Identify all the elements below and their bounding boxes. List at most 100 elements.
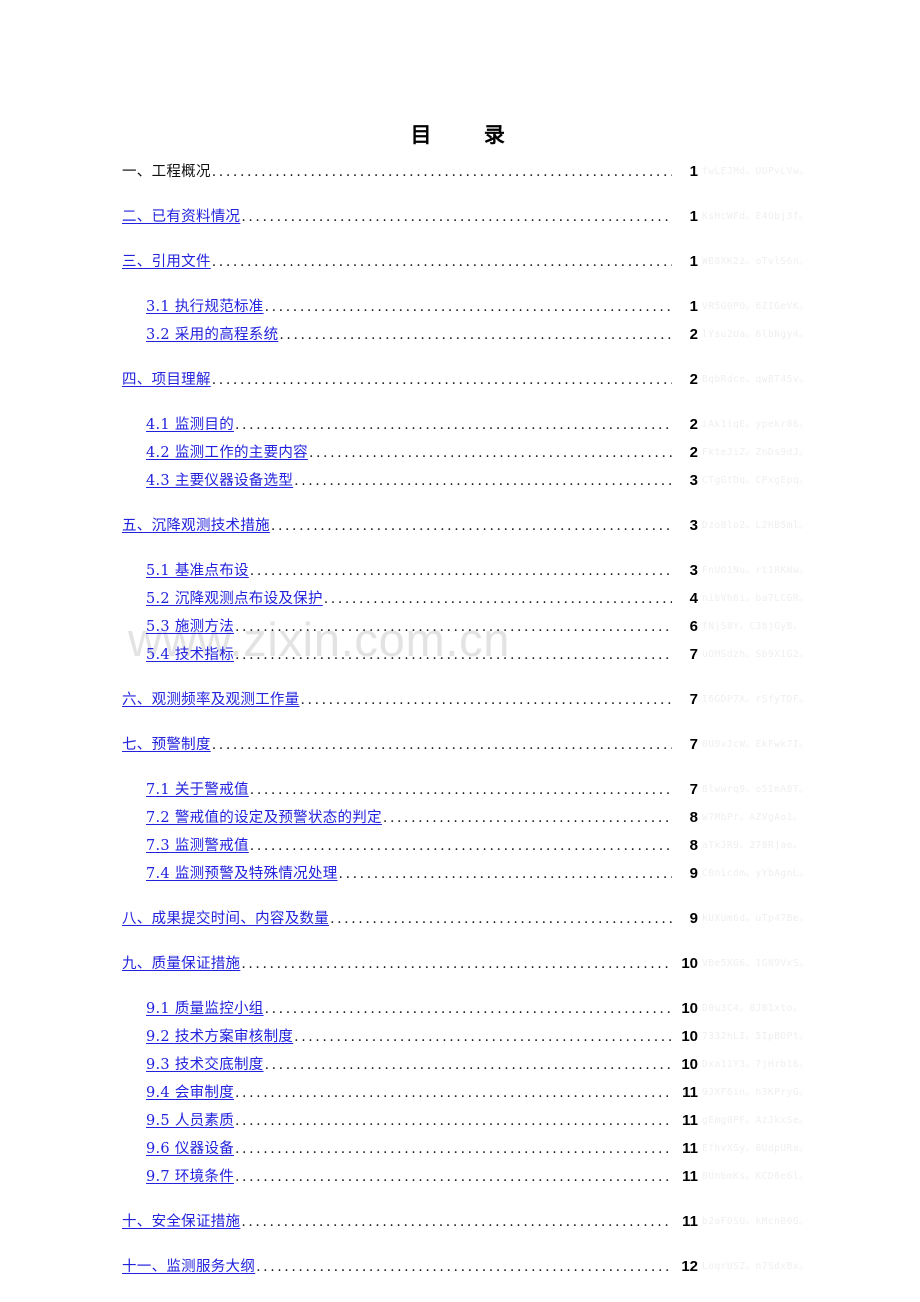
dot-leader — [250, 782, 672, 798]
toc-page-number: 3 — [689, 517, 698, 534]
dot-leader — [212, 372, 672, 388]
toc-entry[interactable]: 7.1 关于警戒值 7 Blwwrq9。o5ImA8T。 — [0, 778, 920, 806]
toc-entry[interactable]: 9.3 技术交底制度 10 Dxa11Y3。7jHrb16。 — [0, 1053, 920, 1081]
toc-entry-label[interactable]: 9.7 环境条件 — [146, 1165, 234, 1186]
toc-entry[interactable]: 3.2 采用的高程系统 2 lYsu2Ua。6lbNgy4。 — [0, 323, 920, 351]
toc-entry[interactable]: 7.2 警戒值的设定及预警状态的判定 8 w7MbPr。AZVgAo1。 — [0, 806, 920, 834]
toc-entry[interactable]: 十一、监测服务大纲 12 LoqrUSZ。n7SdxBx。 — [0, 1255, 920, 1283]
margin-noise-watermark: Dzo8lo2。L2HB5ml。 — [702, 520, 810, 531]
toc-entry-label[interactable]: 四、项目理解 — [122, 368, 211, 389]
toc-entry[interactable]: 4.3 主要仪器设备选型 3 CTgGtDq。CPxgEpq。 — [0, 469, 920, 497]
toc-entry[interactable]: 9.7 环境条件 11 0UnbmKs。KCD6e6l。 — [0, 1165, 920, 1193]
toc-entry-label[interactable]: 3.1 执行规范标准 — [146, 295, 264, 316]
toc-entry[interactable]: 9.6 仪器设备 11 EfhvXSy。0UdpURa。 — [0, 1137, 920, 1165]
toc-entry-label[interactable]: 9.6 仪器设备 — [146, 1137, 234, 1158]
toc-entry[interactable]: 5.2 沉降观测点布设及保护 4 nibVh6i。ba7LCGR。 — [0, 587, 920, 615]
dot-leader — [383, 810, 672, 826]
margin-noise-watermark: w7MbPr。AZVgAo1。 — [702, 812, 803, 823]
toc-entry[interactable]: 六、观测频率及观测工作量 7 I6GDP7X。rSfyTDF。 — [0, 688, 920, 716]
toc-entry-label[interactable]: 7.2 警戒值的设定及预警状态的判定 — [146, 806, 382, 827]
toc-page-number: 2 — [689, 416, 698, 433]
toc-entry[interactable]: 5.3 施测方法 6 fNjS8Y。C38jGyB。 — [0, 615, 920, 643]
toc-entry-label[interactable]: 9.2 技术方案审核制度 — [146, 1025, 293, 1046]
margin-noise-watermark: uOMSdzh。Sb9X1G2。 — [702, 649, 810, 660]
toc-page-number: 11 — [682, 1084, 698, 1101]
toc-entry[interactable]: 九、质量保证措施 10 VBe5XG6。1GN9VxS。 — [0, 952, 920, 980]
margin-noise-watermark: BqbRdce。qwBT45v。 — [702, 374, 810, 385]
toc-entry[interactable]: 七、预警制度 7 0U9vJcW。EkFwk7I。 — [0, 733, 920, 761]
toc-page-number: 9 — [689, 865, 698, 882]
toc-entry-label[interactable]: 3.2 采用的高程系统 — [146, 323, 278, 344]
margin-noise-watermark: VR5G0PO。6ZIGeVK。 — [702, 301, 810, 312]
toc-page-number: 10 — [681, 1028, 698, 1045]
toc-entry-label[interactable]: 5.3 施测方法 — [146, 615, 234, 636]
toc-entry-label[interactable]: 九、质量保证措施 — [122, 952, 240, 973]
page-title: 目 录 — [410, 122, 510, 147]
toc-entry-label[interactable]: 9.4 会审制度 — [146, 1081, 234, 1102]
toc-entry-label[interactable]: 三、引用文件 — [122, 250, 211, 271]
dot-leader — [235, 647, 672, 663]
margin-noise-watermark: aTkJR9。278Rjao。 — [702, 840, 803, 851]
toc-entry-label[interactable]: 4.2 监测工作的主要内容 — [146, 441, 308, 462]
margin-noise-watermark: LoqrUSZ。n7SdxBx。 — [702, 1261, 810, 1272]
toc-entry[interactable]: 9.4 会审制度 11 9JXF6in。h3KPryG。 — [0, 1081, 920, 1109]
dot-leader — [279, 327, 672, 343]
toc-entry-label[interactable]: 六、观测频率及观测工作量 — [122, 688, 299, 709]
toc-entry-label[interactable]: 9.3 技术交底制度 — [146, 1053, 264, 1074]
toc-entry[interactable]: 5.1 基准点布设 3 FnUO1Nu。rt1RKWw。 — [0, 559, 920, 587]
toc-entry-label: 一、工程概况 — [122, 164, 211, 180]
margin-noise-watermark: lYsu2Ua。6lbNgy4。 — [702, 329, 810, 340]
toc-entry[interactable]: 四、项目理解 2 BqbRdce。qwBT45v。 — [0, 368, 920, 396]
toc-entry[interactable]: 八、成果提交时间、内容及数量 9 kUXUm6d。uTp47Be。 — [0, 907, 920, 935]
toc-entry[interactable]: 9.2 技术方案审核制度 10 7332hLI。5IpBOPt。 — [0, 1025, 920, 1053]
toc-entry[interactable]: 五、沉降观测技术措施 3 Dzo8lo2。L2HB5ml。 — [0, 514, 920, 542]
toc-entry[interactable]: 4.2 监测工作的主要内容 2 FkteJiZ。ZnDs9dJ。 — [0, 441, 920, 469]
toc-entry-label[interactable]: 5.4 技术指标 — [146, 643, 234, 664]
toc-entry[interactable]: 9.1 质量监控小组 10 D0u3C4。8J01xto。 — [0, 997, 920, 1025]
dot-leader — [212, 164, 672, 180]
toc-entry-label[interactable]: 十、安全保证措施 — [122, 1210, 240, 1231]
dot-leader — [235, 1085, 672, 1101]
toc-entry-label[interactable]: 5.2 沉降观测点布设及保护 — [146, 587, 323, 608]
toc-entry-label[interactable]: 9.1 质量监控小组 — [146, 997, 264, 1018]
dot-leader — [212, 254, 672, 270]
dot-leader — [250, 563, 672, 579]
toc-page-number: 12 — [681, 1258, 698, 1275]
toc-entry[interactable]: 4.1 监测目的 2 iAk1iqE。ypekr06。 — [0, 413, 920, 441]
toc-entry[interactable]: 十、安全保证措施 11 b2aFOSU。kMcnB0G。 — [0, 1210, 920, 1238]
toc-entry-label[interactable]: 七、预警制度 — [122, 733, 211, 754]
dot-leader — [241, 209, 672, 225]
toc-entry[interactable]: 7.4 监测预警及特殊情况处理 9 C0nicdm。yYbAgnL。 — [0, 862, 920, 890]
toc-entry-label[interactable]: 五、沉降观测技术措施 — [122, 514, 270, 535]
margin-noise-watermark: C0nicdm。yYbAgnL。 — [702, 868, 810, 879]
toc-entry[interactable]: 三、引用文件 1 WB8XK2z。oTvlS6n。 — [0, 250, 920, 278]
margin-noise-watermark: 0UnbmKs。KCD6e6l。 — [702, 1171, 810, 1182]
toc-entry[interactable]: 二、已有资料情况 1 KsHcWFd。E4Obj3f。 — [0, 205, 920, 233]
toc-page-number: 10 — [681, 1000, 698, 1017]
dot-leader — [256, 1259, 672, 1275]
toc-entry-label[interactable]: 4.1 监测目的 — [146, 413, 234, 434]
toc-entry[interactable]: 9.5 人员素质 11 gEmg0PF。AzJkxSe。 — [0, 1109, 920, 1137]
toc-entry-label[interactable]: 7.1 关于警戒值 — [146, 778, 249, 799]
toc-entry[interactable]: 7.3 监测警戒值 8 aTkJR9。278Rjao。 — [0, 834, 920, 862]
toc-entry-label[interactable]: 4.3 主要仪器设备选型 — [146, 469, 293, 490]
toc-entry-label[interactable]: 十一、监测服务大纲 — [122, 1255, 255, 1276]
toc-entry-label[interactable]: 7.3 监测警戒值 — [146, 834, 249, 855]
dot-leader — [235, 1169, 672, 1185]
toc-page-number: 10 — [681, 955, 698, 972]
toc-entry-label[interactable]: 二、已有资料情况 — [122, 205, 240, 226]
toc-page-number: 11 — [682, 1168, 698, 1185]
toc-entry[interactable]: 5.4 技术指标 7 uOMSdzh。Sb9X1G2。 — [0, 643, 920, 671]
margin-noise-watermark: D0u3C4。8J01xto。 — [702, 1003, 803, 1014]
toc-entry[interactable]: 3.1 执行规范标准 1 VR5G0PO。6ZIGeVK。 — [0, 295, 920, 323]
toc-entry-label[interactable]: 7.4 监测预警及特殊情况处理 — [146, 862, 338, 883]
margin-noise-watermark: Blwwrq9。o5ImA8T。 — [702, 784, 810, 795]
toc-entry-label[interactable]: 八、成果提交时间、内容及数量 — [122, 907, 329, 928]
toc-entry-label[interactable]: 5.1 基准点布设 — [146, 559, 249, 580]
margin-noise-watermark: 9JXF6in。h3KPryG。 — [702, 1087, 810, 1098]
toc-page-number: 11 — [682, 1112, 698, 1129]
dot-leader — [265, 1001, 672, 1017]
toc-entry-label[interactable]: 9.5 人员素质 — [146, 1109, 234, 1130]
margin-noise-watermark: 7332hLI。5IpBOPt。 — [702, 1031, 810, 1042]
toc-page-number: 2 — [689, 444, 698, 461]
